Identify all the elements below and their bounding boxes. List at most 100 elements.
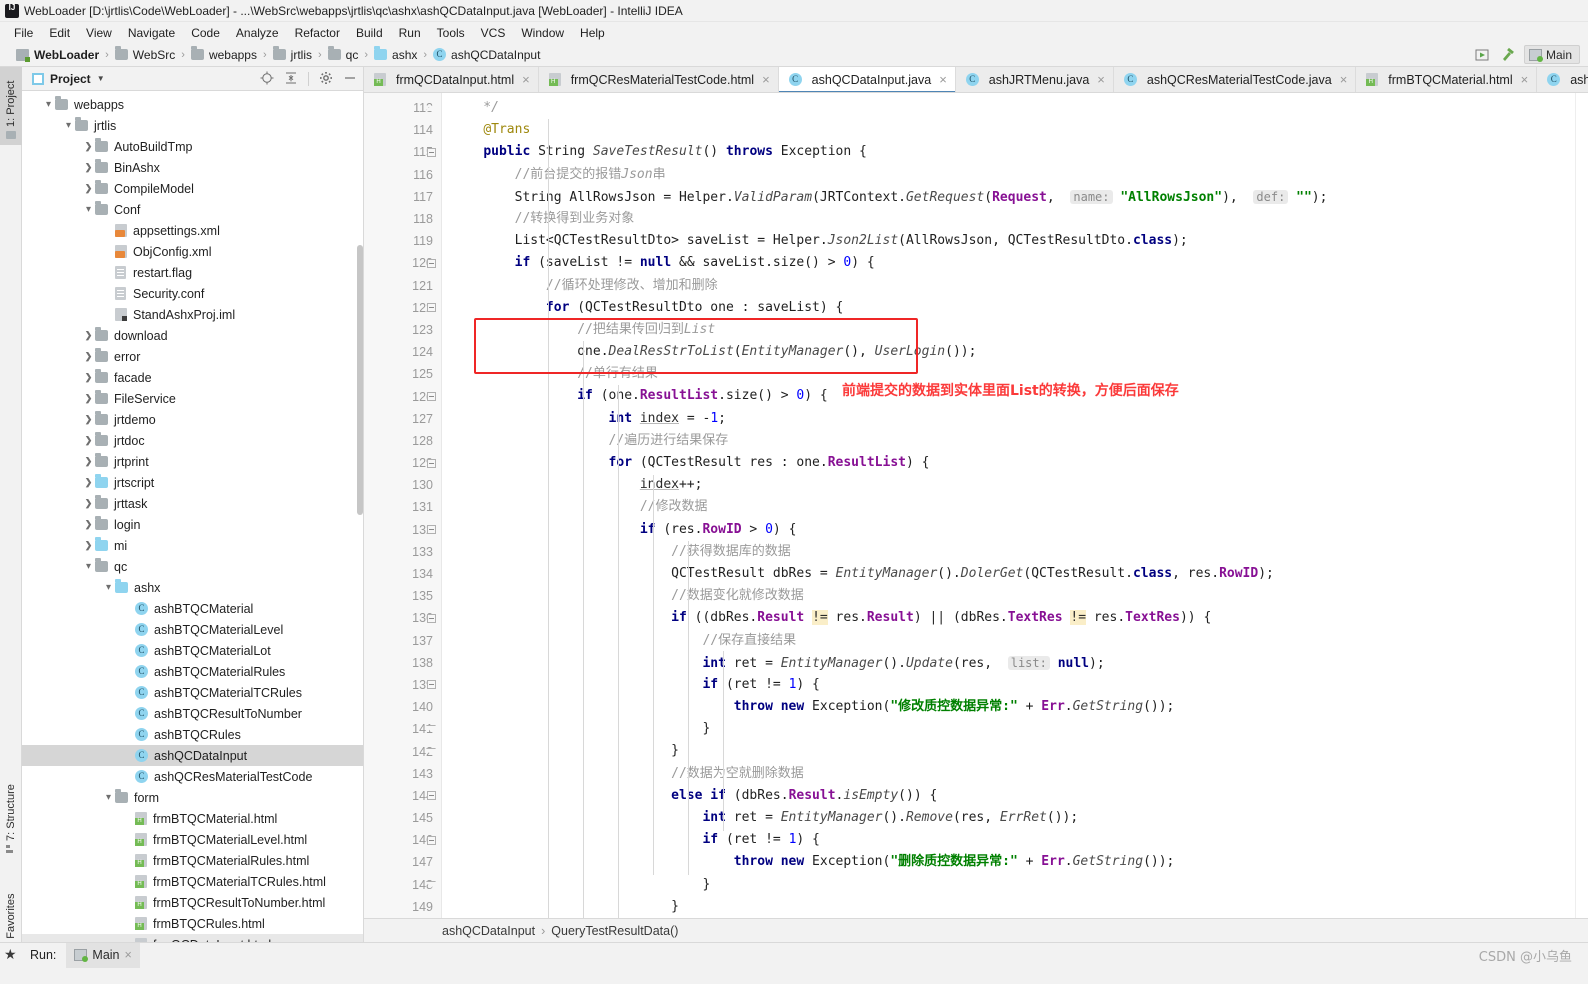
editor-tab[interactable]: ashQCDataInput.java ×	[778, 67, 956, 92]
code-line[interactable]: }	[442, 874, 1575, 896]
code-line[interactable]: }	[442, 718, 1575, 740]
fold-marker[interactable]	[422, 874, 440, 896]
run-icon[interactable]	[1472, 46, 1492, 64]
code-line[interactable]: //遍历进行结果保存	[442, 430, 1575, 452]
fold-marker[interactable]	[422, 740, 440, 762]
menu-analyze[interactable]: Analyze	[228, 24, 287, 42]
editor-gutter[interactable]: 113 114 115 116 117 118 119 120 121 122 123 124 125 1…	[364, 93, 442, 918]
collapse-icon[interactable]	[426, 392, 436, 402]
tree-node[interactable]: ashBTQCRules	[22, 724, 363, 745]
chevron-down-icon[interactable]	[62, 120, 75, 131]
code-line[interactable]: throw new Exception("修改质控数据异常:" + Err.Ge…	[442, 696, 1575, 718]
tree-node[interactable]: ashBTQCMaterial	[22, 598, 363, 619]
code-line[interactable]: index++;	[442, 474, 1575, 496]
menu-view[interactable]: View	[78, 24, 120, 42]
tree-node[interactable]: CompileModel	[22, 178, 363, 199]
tree-node[interactable]: ashBTQCMaterialRules	[22, 661, 363, 682]
code-line[interactable]: for (QCTestResult res : one.ResultList) …	[442, 452, 1575, 474]
fold-marker[interactable]	[422, 252, 440, 274]
code-line[interactable]: //前台提交的报错Json串	[442, 164, 1575, 186]
menu-navigate[interactable]: Navigate	[120, 24, 183, 42]
tree-node[interactable]: frmBTQCRules.html	[22, 913, 363, 934]
fold-marker[interactable]	[422, 141, 440, 163]
tree-node[interactable]: frmQCDataInput.html	[22, 934, 363, 942]
tree-node[interactable]: AutoBuildTmp	[22, 136, 363, 157]
code-line[interactable]: one.DealResStrToList(EntityManager(), Us…	[442, 341, 1575, 363]
tree-node[interactable]: ashBTQCResultToNumber	[22, 703, 363, 724]
fold-marker[interactable]	[422, 785, 440, 807]
chevron-right-icon[interactable]	[82, 435, 95, 446]
tree-node[interactable]: StandAshxProj.iml	[22, 304, 363, 325]
fold-marker[interactable]	[422, 607, 440, 629]
editor-tab[interactable]: frmQCDataInput.html ×	[364, 67, 539, 92]
chevron-right-icon[interactable]	[82, 498, 95, 509]
breadcrumb-method[interactable]: QueryTestResultData()	[551, 924, 678, 938]
menu-build[interactable]: Build	[348, 24, 391, 42]
tree-node[interactable]: facade	[22, 367, 363, 388]
fold-marker[interactable]	[422, 674, 440, 696]
code-line[interactable]: if (ret != 1) {	[442, 674, 1575, 696]
chevron-right-icon[interactable]	[82, 372, 95, 383]
code-line[interactable]: else if (dbRes.Result.isEmpty()) {	[442, 785, 1575, 807]
tree-node[interactable]: jrtdemo	[22, 409, 363, 430]
chevron-right-icon[interactable]	[82, 456, 95, 467]
tree-node[interactable]: webapps	[22, 94, 363, 115]
collapse-all-icon[interactable]	[284, 71, 298, 87]
fold-marker[interactable]	[422, 519, 440, 541]
fold-arrow-icon[interactable]	[426, 882, 436, 888]
tree-node[interactable]: jrtprint	[22, 451, 363, 472]
chevron-down-icon[interactable]	[82, 204, 95, 215]
chevron-right-icon[interactable]	[82, 162, 95, 173]
breadcrumb-qc[interactable]: qc	[327, 46, 358, 62]
close-icon[interactable]: ×	[1097, 72, 1105, 87]
fold-marker[interactable]	[422, 297, 440, 319]
breadcrumb-ashx[interactable]: ashx	[374, 46, 417, 62]
close-icon[interactable]: ×	[762, 72, 770, 87]
code-line[interactable]: */	[442, 97, 1575, 119]
menu-edit[interactable]: Edit	[41, 24, 78, 42]
locate-icon[interactable]	[260, 71, 274, 87]
code-line[interactable]: int index = -1;	[442, 408, 1575, 430]
collapse-icon[interactable]	[426, 303, 436, 313]
tree-node[interactable]: ashBTQCMaterialLevel	[22, 619, 363, 640]
tree-node[interactable]: mi	[22, 535, 363, 556]
fold-marker[interactable]	[422, 829, 440, 851]
chevron-right-icon[interactable]	[82, 477, 95, 488]
sidebar-item-project[interactable]: 1: Project	[0, 67, 22, 145]
code-line[interactable]: int ret = EntityManager().Update(res, li…	[442, 652, 1575, 674]
hide-icon[interactable]	[343, 71, 357, 87]
fold-marker[interactable]	[422, 97, 440, 119]
tree-node[interactable]: jrtdoc	[22, 430, 363, 451]
menu-vcs[interactable]: VCS	[473, 24, 514, 42]
breadcrumb-class[interactable]: ashQCDataInput	[442, 924, 535, 938]
chevron-right-icon[interactable]	[82, 540, 95, 551]
editor-tab[interactable]: ashQCResMaterialTestCode.java ×	[1113, 67, 1357, 92]
tree-node[interactable]: ashx	[22, 577, 363, 598]
code-editor[interactable]: */ @Trans public String SaveTestResult()…	[442, 93, 1575, 918]
code-line[interactable]: @Trans	[442, 119, 1575, 141]
collapse-icon[interactable]	[426, 680, 436, 690]
chevron-down-icon[interactable]	[82, 561, 95, 572]
tree-node[interactable]: Conf	[22, 199, 363, 220]
breadcrumb-weblooader[interactable]: WebLoader	[16, 48, 99, 62]
sidebar-item-structure[interactable]: 7: Structure	[0, 767, 22, 859]
collapse-icon[interactable]	[426, 613, 436, 623]
settings-gear-icon[interactable]	[319, 71, 333, 87]
fold-marker[interactable]	[422, 718, 440, 740]
menu-run[interactable]: Run	[391, 24, 429, 42]
hammer-icon[interactable]	[1498, 46, 1518, 64]
chevron-right-icon[interactable]	[82, 519, 95, 530]
run-tab-main[interactable]: Main ×	[66, 942, 140, 968]
code-line[interactable]: //修改数据	[442, 496, 1575, 518]
tree-node[interactable]: frmBTQCMaterialLevel.html	[22, 829, 363, 850]
close-icon[interactable]: ×	[939, 72, 947, 87]
tree-node[interactable]: error	[22, 346, 363, 367]
code-line[interactable]: //循环处理修改、增加和删除	[442, 275, 1575, 297]
tree-node[interactable]: Security.conf	[22, 283, 363, 304]
tree-node[interactable]: ashQCResMaterialTestCode	[22, 766, 363, 787]
code-line[interactable]: if ((dbRes.Result != res.Result) || (dbR…	[442, 607, 1575, 629]
tree-node[interactable]: login	[22, 514, 363, 535]
close-icon[interactable]: ×	[125, 948, 132, 962]
tree-node[interactable]: BinAshx	[22, 157, 363, 178]
code-folding-markers[interactable]	[422, 97, 440, 918]
